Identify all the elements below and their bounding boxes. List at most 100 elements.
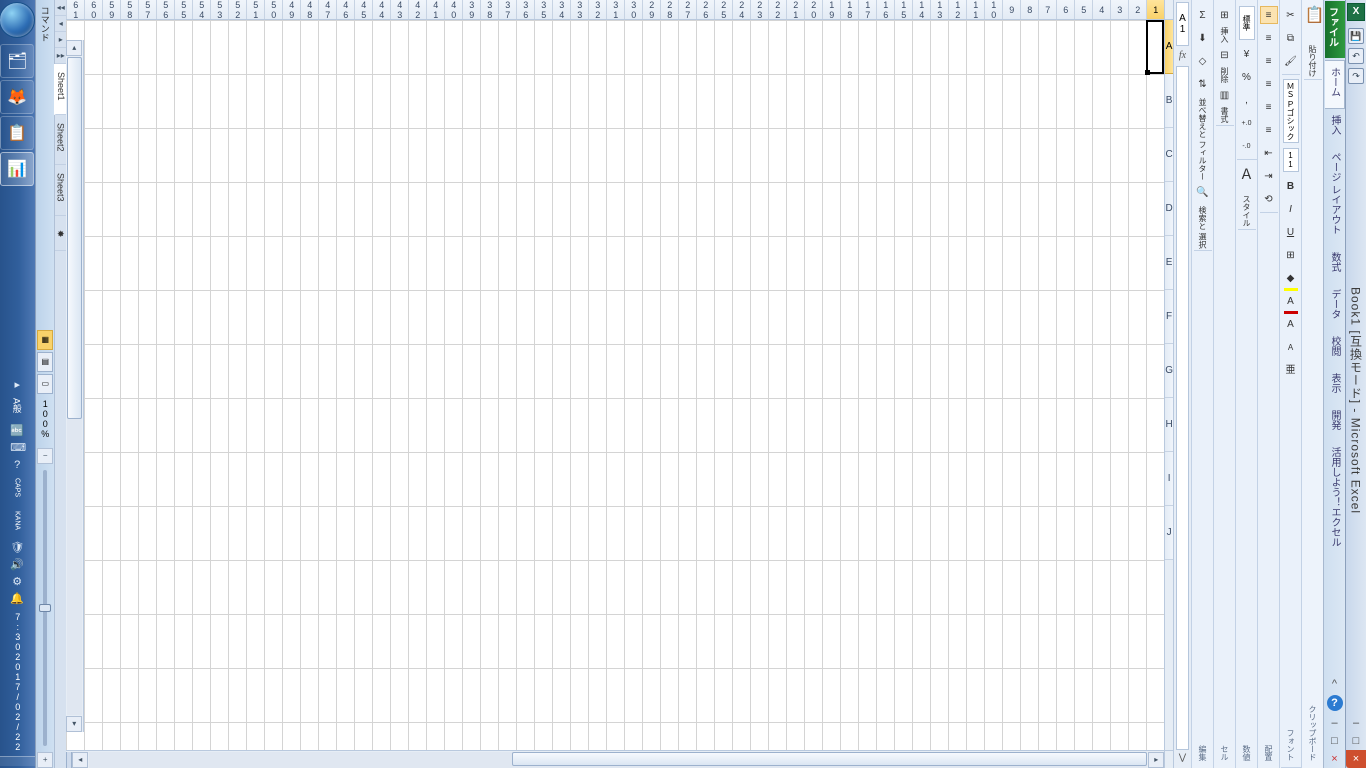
sheet-nav-next[interactable]: ▸ — [55, 32, 66, 48]
row-header-38[interactable]: 38 — [480, 0, 498, 19]
italic-button[interactable]: I — [1282, 200, 1300, 218]
column-header-G[interactable]: G — [1165, 344, 1173, 398]
qat-redo[interactable]: ↷ — [1348, 68, 1364, 84]
row-header-58[interactable]: 58 — [120, 0, 138, 19]
row-header-12[interactable]: 12 — [948, 0, 966, 19]
horizontal-scroll-thumb[interactable] — [512, 752, 1147, 766]
taskbar-app-firefox[interactable]: 🦊 — [0, 80, 34, 114]
close-button[interactable]: × — [1346, 750, 1366, 768]
fill-color-button[interactable]: ◆ — [1282, 269, 1300, 287]
row-header-11[interactable]: 11 — [966, 0, 984, 19]
row-header-15[interactable]: 15 — [894, 0, 912, 19]
row-header-9[interactable]: 9 — [1002, 0, 1020, 19]
zoom-out-button[interactable]: − — [37, 448, 53, 464]
start-button[interactable] — [0, 2, 35, 38]
tab-file[interactable]: ファイル — [1325, 1, 1345, 58]
row-header-4[interactable]: 4 — [1092, 0, 1110, 19]
underline-button[interactable]: U — [1282, 223, 1300, 241]
show-desktop-button[interactable] — [0, 756, 35, 766]
row-header-30[interactable]: 30 — [624, 0, 642, 19]
row-header-8[interactable]: 8 — [1020, 0, 1038, 19]
zoom-slider[interactable] — [43, 470, 47, 746]
active-cell[interactable] — [1146, 20, 1164, 74]
styles-button[interactable]: Ａ — [1238, 164, 1256, 192]
row-header-48[interactable]: 48 — [300, 0, 318, 19]
taskbar-app-excel[interactable]: 📊 — [0, 152, 34, 186]
cells-area[interactable]: ▴ ▾ — [66, 20, 1164, 750]
align-bottom-button[interactable]: ≡ — [1260, 52, 1278, 70]
row-header-42[interactable]: 42 — [408, 0, 426, 19]
maximize-button[interactable]: □ — [1346, 732, 1366, 750]
column-header-B[interactable]: B — [1165, 74, 1173, 128]
autosum-button[interactable]: Σ — [1194, 6, 1212, 24]
taskbar-clock[interactable]: 7:30 2017/02/22 — [12, 610, 23, 754]
sheet-tab-2[interactable]: Sheet2 — [55, 115, 66, 166]
border-button[interactable]: ⊞ — [1282, 246, 1300, 264]
row-header-6[interactable]: 6 — [1056, 0, 1074, 19]
delete-cells-button[interactable]: ⊟ — [1216, 46, 1234, 64]
row-header-19[interactable]: 19 — [822, 0, 840, 19]
child-maximize-button[interactable]: □ — [1325, 732, 1345, 750]
row-header-35[interactable]: 35 — [534, 0, 552, 19]
taskbar-app-explorer[interactable]: 🗂 — [0, 44, 34, 78]
row-header-36[interactable]: 36 — [516, 0, 534, 19]
row-header-20[interactable]: 20 — [804, 0, 822, 19]
row-header-33[interactable]: 33 — [570, 0, 588, 19]
column-header-J[interactable]: J — [1165, 506, 1173, 560]
row-header-26[interactable]: 26 — [696, 0, 714, 19]
minimize-button[interactable]: – — [1346, 714, 1366, 732]
row-header-27[interactable]: 27 — [678, 0, 696, 19]
insert-cells-button[interactable]: ⊞ — [1216, 6, 1234, 24]
scroll-down-button[interactable]: ▾ — [66, 716, 82, 732]
row-header-56[interactable]: 56 — [156, 0, 174, 19]
comma-button[interactable]: , — [1238, 91, 1256, 109]
increase-indent-button[interactable]: ⇥ — [1260, 167, 1278, 185]
row-header-14[interactable]: 14 — [912, 0, 930, 19]
row-header-34[interactable]: 34 — [552, 0, 570, 19]
row-header-39[interactable]: 39 — [462, 0, 480, 19]
row-header-50[interactable]: 50 — [264, 0, 282, 19]
formula-input[interactable] — [1176, 66, 1189, 750]
tab-insert[interactable]: 挿入 — [1325, 109, 1345, 146]
row-header-45[interactable]: 45 — [354, 0, 372, 19]
format-painter-button[interactable]: 🖌 — [1282, 52, 1300, 70]
tab-developer[interactable]: 開発 — [1325, 404, 1345, 441]
align-center-button[interactable]: ≡ — [1260, 98, 1278, 116]
column-header-H[interactable]: H — [1165, 398, 1173, 452]
column-header-I[interactable]: I — [1165, 452, 1173, 506]
bold-button[interactable]: B — [1282, 177, 1300, 195]
row-header-13[interactable]: 13 — [930, 0, 948, 19]
increase-decimal-button[interactable]: +.0 — [1238, 114, 1256, 132]
row-header-51[interactable]: 51 — [246, 0, 264, 19]
column-header-A[interactable]: A — [1165, 20, 1173, 74]
select-all-corner[interactable] — [1165, 0, 1173, 20]
decrease-decimal-button[interactable]: -.0 — [1238, 137, 1256, 155]
column-header-E[interactable]: E — [1165, 236, 1173, 290]
ime-icon-1[interactable]: 🔤 — [10, 424, 24, 438]
row-header-29[interactable]: 29 — [642, 0, 660, 19]
tab-review[interactable]: 校閲 — [1325, 330, 1345, 367]
row-header-61[interactable]: 61 — [66, 0, 84, 19]
sheet-nav-last[interactable]: ▸▸ — [55, 48, 66, 64]
row-header-25[interactable]: 25 — [714, 0, 732, 19]
row-header-3[interactable]: 3 — [1110, 0, 1128, 19]
align-top-button[interactable]: ≡ — [1260, 6, 1278, 24]
expand-formula-bar[interactable]: ⋁ — [1174, 752, 1191, 768]
row-header-53[interactable]: 53 — [210, 0, 228, 19]
number-format-combo[interactable]: 標準 — [1239, 6, 1255, 40]
font-name-combo[interactable]: ＭＳ Ｐゴシック — [1283, 79, 1299, 143]
row-header-47[interactable]: 47 — [318, 0, 336, 19]
sheet-tab-3[interactable]: Sheet3 — [55, 165, 66, 216]
fill-button[interactable]: ⬇ — [1194, 29, 1212, 47]
align-left-button[interactable]: ≡ — [1260, 75, 1278, 93]
orientation-button[interactable]: ⟲ — [1260, 190, 1278, 208]
grow-font-button[interactable]: A — [1282, 315, 1300, 333]
row-header-60[interactable]: 60 — [84, 0, 102, 19]
row-header-31[interactable]: 31 — [606, 0, 624, 19]
row-header-46[interactable]: 46 — [336, 0, 354, 19]
ime-mode[interactable]: A般 — [11, 398, 24, 413]
currency-button[interactable]: ¥ — [1238, 45, 1256, 63]
font-size-combo[interactable]: 11 — [1283, 148, 1299, 172]
child-close-button[interactable]: × — [1325, 750, 1345, 768]
row-header-17[interactable]: 17 — [858, 0, 876, 19]
